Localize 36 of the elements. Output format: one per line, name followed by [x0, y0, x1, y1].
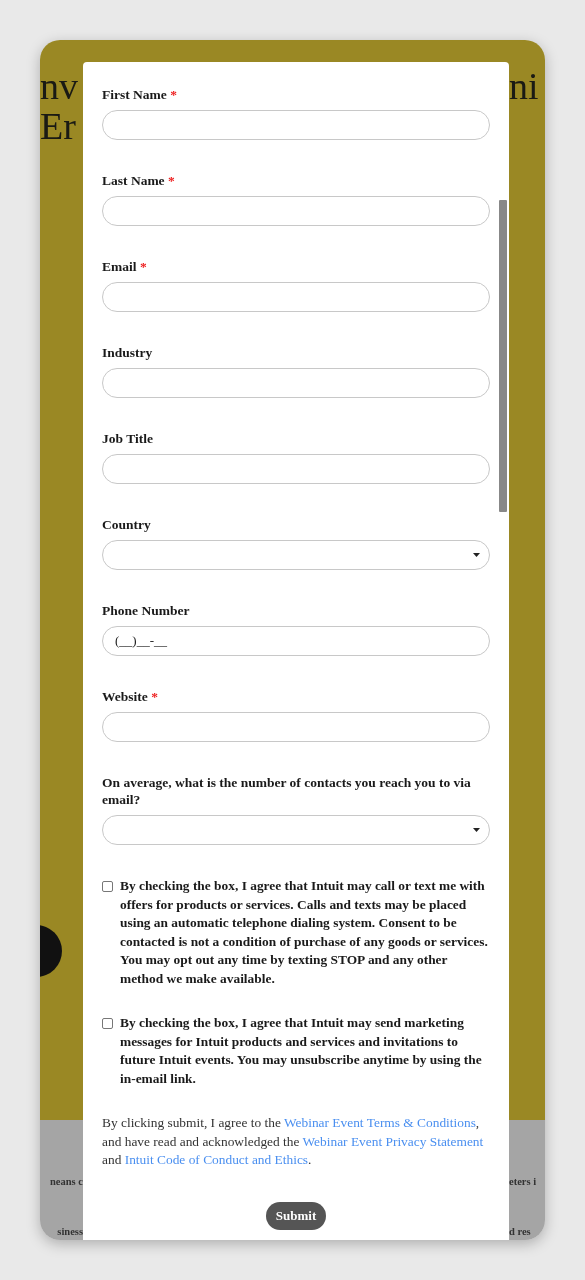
field-label: First Name *: [102, 86, 178, 103]
field-label: Job Title: [102, 430, 154, 447]
policy-link[interactable]: Webinar Event Privacy Statement: [302, 1133, 484, 1149]
policy-link[interactable]: Webinar Event Terms & Conditions: [284, 1115, 476, 1130]
input-field[interactable]: [102, 196, 490, 226]
dropdown-field[interactable]: [102, 540, 490, 570]
input-field[interactable]: [102, 454, 490, 484]
caret-icon: [473, 553, 480, 557]
page-text-fragment: siness: [56, 1226, 83, 1239]
caret-icon: [473, 828, 480, 832]
page-heading-fragment: ni: [509, 66, 540, 106]
input-field[interactable]: [102, 282, 490, 312]
scrollbar[interactable]: [499, 200, 507, 512]
page-text-fragment: neans c: [49, 1176, 83, 1189]
page-text-fragment: eters i: [509, 1176, 538, 1189]
field-label: Website *: [102, 688, 159, 705]
input-field[interactable]: (__)__-__: [102, 626, 490, 656]
field-label: Email *: [102, 258, 148, 275]
consent-text: By checking the box, I agree that Intuit may call or text me with offers for products or services. Calls and texts may be placed using an automatic telephone dialing system. Consent to be contacted is not a condition of purchase of any goods or services. You may opt out any time by texting STOP and any other method we make available.: [120, 877, 488, 988]
input-field[interactable]: [102, 368, 490, 398]
checkbox[interactable]: [102, 881, 113, 892]
checkbox[interactable]: [102, 1018, 113, 1029]
consent-text: By checking the box, I agree that Intuit may send marketing messages for Intuit products and services and invitations to future Intuit events. You may unsubscribe anytime by using the in-email link.: [120, 1014, 483, 1088]
input-field[interactable]: [102, 110, 490, 140]
disclaimer-text: By clicking submit, I agree to the Webinar Event Terms & Conditions, and have read and acknowledged the Webinar Event Privacy Statement and Intuit Code of Conduct and Ethics.: [102, 1114, 485, 1169]
page-heading-fragment: nv: [40, 66, 79, 106]
field-label: Phone Number: [102, 602, 191, 619]
page-text-fragment: d res: [509, 1226, 532, 1239]
field-label: Industry: [102, 344, 154, 361]
dropdown-field[interactable]: [102, 815, 490, 845]
page-heading-fragment: Er: [40, 106, 77, 146]
field-label: On average, what is the number of contacts you reach you to via email?: [102, 774, 472, 808]
submit-button[interactable]: Submit: [265, 1201, 327, 1230]
input-field[interactable]: [102, 712, 490, 742]
field-label: Last Name *: [102, 172, 176, 189]
field-label: Country: [102, 516, 152, 533]
